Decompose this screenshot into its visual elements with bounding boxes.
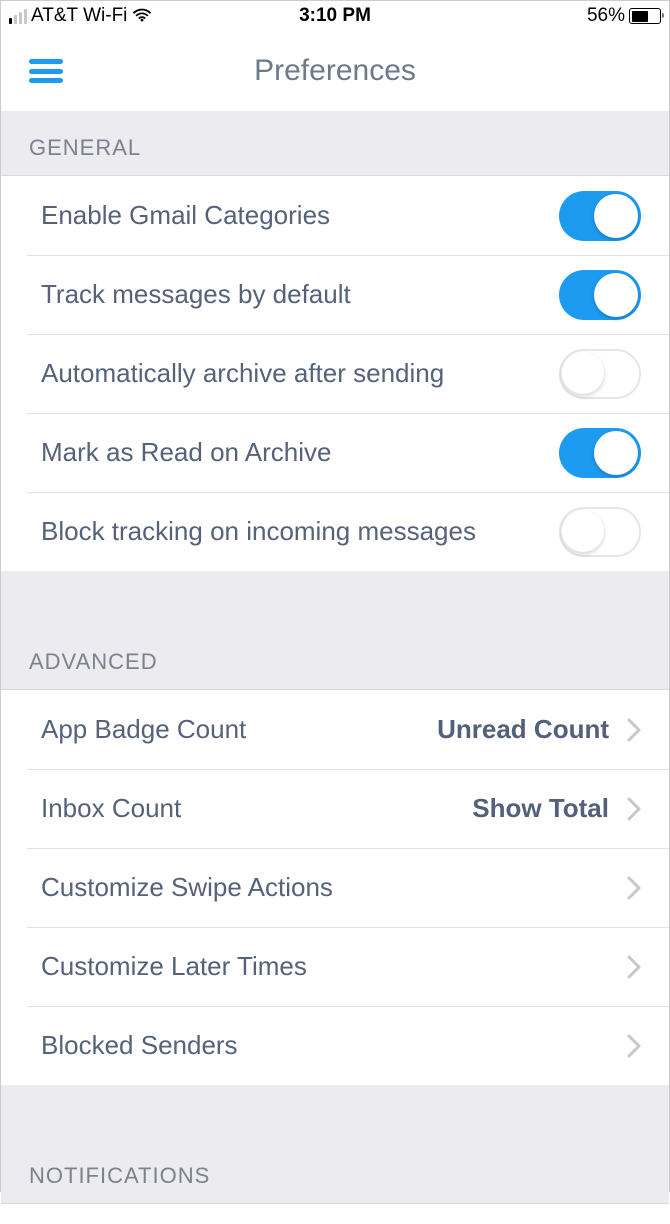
row-label: Customize Swipe Actions <box>41 872 333 903</box>
wifi-icon <box>131 5 153 28</box>
carrier-label: AT&T Wi-Fi <box>31 5 127 27</box>
menu-button[interactable] <box>29 59 63 83</box>
row-label: Mark as Read on Archive <box>41 437 331 468</box>
general-list: Enable Gmail Categories Track messages b… <box>1 176 669 571</box>
toggle-auto-archive-sending[interactable] <box>559 349 641 399</box>
row-track-messages-default[interactable]: Track messages by default <box>1 255 669 334</box>
nav-header: Preferences <box>1 31 669 111</box>
row-label: Blocked Senders <box>41 1030 238 1061</box>
notifications-list <box>1 1204 669 1224</box>
row-value: Show Total <box>472 793 609 824</box>
chevron-right-icon <box>627 876 641 900</box>
toggle-block-tracking[interactable] <box>559 507 641 557</box>
toggle-enable-gmail-categories[interactable] <box>559 191 641 241</box>
row-blocked-senders[interactable]: Blocked Senders <box>1 1006 669 1085</box>
toggle-mark-read-archive[interactable] <box>559 428 641 478</box>
chevron-right-icon <box>627 718 641 742</box>
row-inbox-count[interactable]: Inbox Count Show Total <box>1 769 669 848</box>
row-label: Enable Gmail Categories <box>41 200 330 231</box>
section-header-general: GENERAL <box>1 111 669 176</box>
section-header-notifications: NOTIFICATIONS <box>1 1085 669 1204</box>
toggle-track-messages-default[interactable] <box>559 270 641 320</box>
row-label: Customize Later Times <box>41 951 307 982</box>
row-customize-swipe-actions[interactable]: Customize Swipe Actions <box>1 848 669 927</box>
battery-icon <box>629 8 661 24</box>
advanced-list: App Badge Count Unread Count Inbox Count… <box>1 690 669 1085</box>
cell-signal-icon <box>9 8 27 24</box>
section-header-advanced: ADVANCED <box>1 571 669 690</box>
row-block-tracking[interactable]: Block tracking on incoming messages <box>1 492 669 571</box>
row-value: Unread Count <box>437 714 609 745</box>
row-label: Track messages by default <box>41 279 351 310</box>
status-left: AT&T Wi-Fi <box>9 5 153 28</box>
hamburger-icon <box>29 59 63 83</box>
row-enable-gmail-categories[interactable]: Enable Gmail Categories <box>1 176 669 255</box>
row-app-badge-count[interactable]: App Badge Count Unread Count <box>1 690 669 769</box>
row-customize-later-times[interactable]: Customize Later Times <box>1 927 669 1006</box>
page-title: Preferences <box>254 54 416 88</box>
row-label: App Badge Count <box>41 714 246 745</box>
chevron-right-icon <box>627 797 641 821</box>
row-label: Block tracking on incoming messages <box>41 516 476 547</box>
row-label: Inbox Count <box>41 793 181 824</box>
battery-percent: 56% <box>587 5 625 27</box>
row-auto-archive-sending[interactable]: Automatically archive after sending <box>1 334 669 413</box>
row-mark-read-archive[interactable]: Mark as Read on Archive <box>1 413 669 492</box>
status-time: 3:10 PM <box>299 5 371 27</box>
chevron-right-icon <box>627 1034 641 1058</box>
status-right: 56% <box>587 5 661 27</box>
row-label: Automatically archive after sending <box>41 358 444 389</box>
chevron-right-icon <box>627 955 641 979</box>
status-bar: AT&T Wi-Fi 3:10 PM 56% <box>1 1 669 31</box>
